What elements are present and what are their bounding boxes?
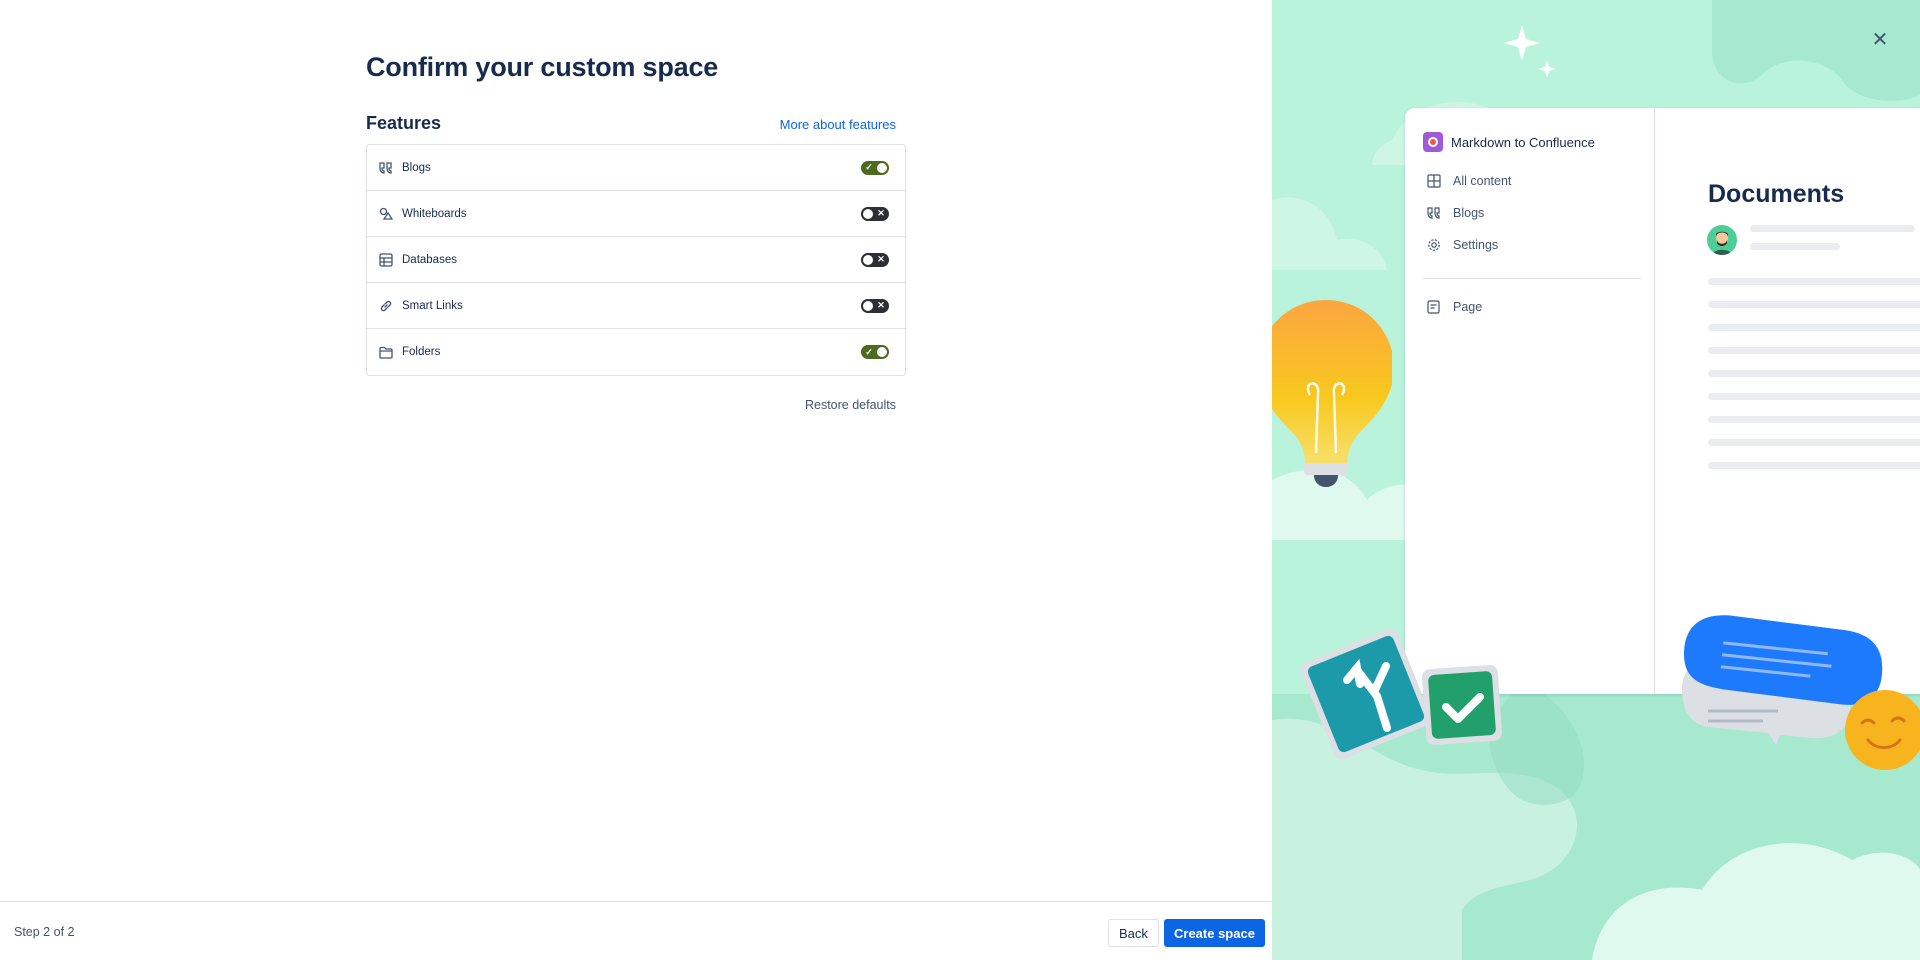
check-icon: ✓ (865, 346, 873, 357)
feature-label: Blogs (402, 161, 431, 174)
feature-row-databases: Databases ✕ (367, 237, 905, 283)
preview-nav-label: Blogs (1453, 206, 1485, 220)
step-indicator: Step 2 of 2 (14, 925, 75, 939)
blogs-toggle[interactable]: ✓ (861, 160, 889, 175)
placeholder-line (1708, 347, 1920, 354)
preview-nav-page: Page (1427, 300, 1482, 314)
placeholder-line (1708, 393, 1920, 400)
placeholder-line (1708, 301, 1920, 308)
back-button[interactable]: Back (1108, 919, 1159, 947)
placeholder-line (1708, 370, 1920, 377)
features-title: Features (366, 113, 442, 133)
feature-row-smart-links: Smart Links ✕ (367, 283, 905, 329)
preview-nav-label: All content (1453, 174, 1512, 188)
feature-label: Smart Links (402, 299, 463, 312)
gear-icon (1427, 238, 1443, 252)
create-space-button[interactable]: Create space (1164, 919, 1265, 947)
space-preview: Markdown to Confluence All content Blogs… (1405, 108, 1920, 694)
preview-nav-label: Settings (1453, 238, 1499, 252)
preview-doc-title: Documents (1708, 180, 1845, 208)
feature-label: Folders (402, 346, 441, 358)
lightbulb-icon (1272, 300, 1392, 487)
placeholder-line (1708, 416, 1920, 423)
preview-nav-settings: Settings (1427, 238, 1498, 252)
x-icon: ✕ (877, 254, 885, 264)
form-content: Confirm your custom space Features More … (366, 52, 906, 414)
preview-sidebar: Markdown to Confluence All content Blogs… (1405, 108, 1655, 694)
more-about-features-link[interactable]: More about features (780, 117, 896, 132)
modal-form-panel: Confirm your custom space Features More … (0, 0, 1272, 960)
preview-nav-all-content: All content (1427, 174, 1511, 188)
space-logo-icon (1423, 132, 1443, 152)
quote-icon (378, 160, 394, 176)
placeholder-line (1750, 225, 1915, 232)
placeholder-line (1708, 462, 1920, 469)
folder-icon (378, 344, 394, 360)
feature-row-blogs: Blogs ✓ (367, 145, 905, 191)
preview-space-name: Markdown to Confluence (1451, 134, 1595, 150)
grid-icon (1427, 174, 1443, 188)
table-icon (378, 252, 394, 268)
whiteboards-toggle[interactable]: ✕ (861, 206, 889, 221)
preview-space-header: Markdown to Confluence (1423, 132, 1595, 152)
smiley-icon (1845, 690, 1920, 770)
quote-icon (1427, 207, 1443, 219)
avatar (1707, 225, 1737, 255)
modal-footer: Step 2 of 2 Back Create space (0, 901, 1272, 960)
page-icon (1427, 300, 1443, 314)
placeholder-line (1708, 278, 1920, 285)
placeholder-line (1708, 439, 1920, 446)
checkmark-icon (1421, 664, 1503, 746)
placeholder-line (1750, 243, 1840, 250)
databases-toggle[interactable]: ✕ (861, 252, 889, 267)
preview-nav-label: Page (1453, 300, 1483, 314)
x-icon: ✕ (877, 300, 885, 310)
shapes-icon (378, 206, 394, 222)
smart-links-toggle[interactable]: ✕ (861, 298, 889, 313)
link-icon (378, 298, 394, 314)
feature-row-whiteboards: Whiteboards ✕ (367, 191, 905, 237)
feature-label: Databases (402, 253, 457, 266)
placeholder-line (1708, 324, 1920, 331)
feature-list: Blogs ✓ Whiteboards ✕ Databases ✕ Smart … (366, 144, 906, 376)
features-header: Features More about features (366, 113, 906, 134)
x-icon: ✕ (877, 208, 885, 218)
illustration-panel: ✕ Markdown to Confluence All content Blo… (1272, 0, 1920, 960)
preview-nav-blogs: Blogs (1427, 206, 1484, 220)
close-icon[interactable]: ✕ (1870, 30, 1890, 50)
page-title: Confirm your custom space (366, 52, 719, 82)
sidebar-divider (1423, 278, 1641, 279)
restore-defaults-button[interactable]: Restore defaults (805, 398, 896, 412)
folders-toggle[interactable]: ✓ (861, 345, 889, 359)
feature-label: Whiteboards (402, 207, 467, 220)
check-icon: ✓ (865, 162, 873, 172)
feature-row-folders: Folders ✓ (367, 329, 905, 375)
restore-defaults-row: Restore defaults (366, 396, 906, 414)
